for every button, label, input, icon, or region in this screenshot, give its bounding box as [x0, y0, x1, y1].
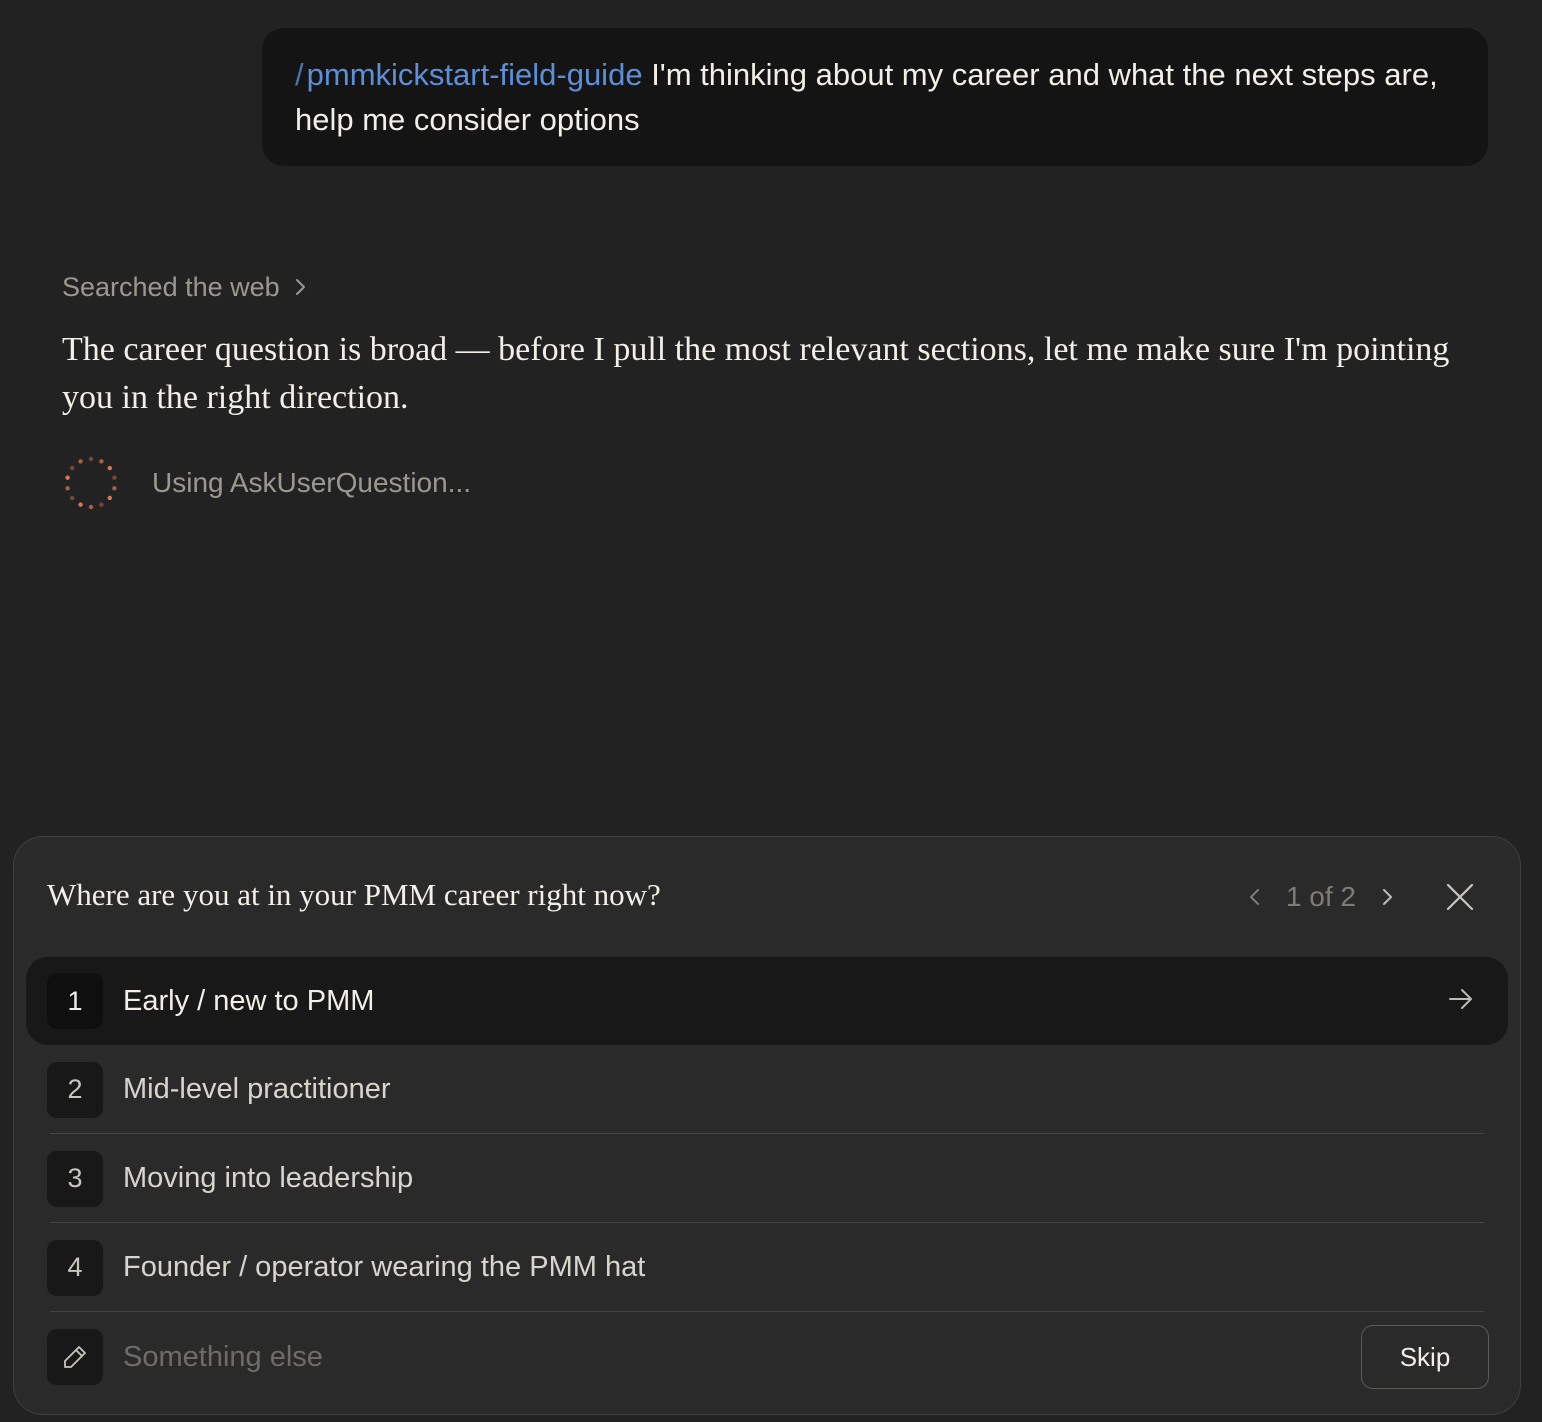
pager-count: 1 of 2 — [1285, 881, 1356, 912]
spinner-dot — [112, 486, 117, 491]
chevron-right-icon — [1383, 889, 1392, 905]
chevron-right-icon — [295, 279, 305, 295]
tool-activity-toggle[interactable]: Searched the web — [62, 267, 308, 307]
tool-activity-label: Searched the web — [62, 271, 280, 302]
skip-button[interactable]: Skip — [1361, 1325, 1489, 1389]
spinner-dot — [88, 504, 94, 510]
option-leadership[interactable]: 3 Moving into leadership — [26, 1134, 1508, 1223]
other-answer-input[interactable] — [123, 1332, 1023, 1382]
spinner-dot — [112, 475, 117, 480]
slash-command[interactable]: /pmmkickstart-field-guide — [295, 57, 643, 92]
spinner-dot — [70, 495, 75, 501]
option-number: 2 — [47, 1061, 103, 1118]
spinner-dot — [99, 502, 104, 507]
spinner-dot — [107, 495, 112, 501]
option-label: Moving into leadership — [123, 1162, 414, 1194]
spinner-dot — [88, 456, 94, 462]
tool-status: Using AskUserQuestion... — [62, 455, 471, 511]
spinner-dot — [70, 465, 75, 471]
other-answer-row: Skip — [47, 1325, 1489, 1389]
spinner-dot — [107, 465, 112, 471]
spinner-dot — [65, 486, 70, 491]
option-label: Early / new to PMM — [123, 984, 375, 1017]
spinner-icon — [65, 456, 117, 510]
slash-command-name: pmmkickstart-field-guide — [306, 57, 643, 92]
option-label: Founder / operator wearing the PMM hat — [123, 1251, 646, 1283]
chevron-left-icon — [1249, 889, 1259, 905]
option-number: 3 — [47, 1150, 103, 1207]
tool-status-text: Using AskUserQuestion... — [152, 467, 472, 498]
options-list: 1 Early / new to PMM 2 Mid-level practit… — [26, 957, 1508, 1312]
spinner-dot — [78, 459, 83, 464]
option-founder[interactable]: 4 Founder / operator wearing the PMM hat — [26, 1223, 1508, 1312]
pencil-icon — [64, 1346, 86, 1368]
option-mid-level[interactable]: 2 Mid-level practitioner — [26, 1045, 1508, 1134]
spinner-dot — [99, 459, 104, 464]
spinner-dot — [78, 502, 83, 507]
option-early[interactable]: 1 Early / new to PMM — [26, 957, 1508, 1045]
close-icon — [1446, 883, 1474, 911]
question-title: Where are you at in your PMM career righ… — [47, 877, 661, 912]
arrow-right-icon — [1449, 989, 1472, 1009]
user-message-bubble: /pmmkickstart-field-guide I'm thinking a… — [262, 28, 1488, 166]
spinner-dot — [65, 475, 70, 480]
pager-next-button[interactable] — [1374, 877, 1400, 917]
pencil-button — [47, 1329, 103, 1385]
option-label: Mid-level practitioner — [123, 1073, 391, 1105]
ask-user-question-panel: Where are you at in your PMM career righ… — [13, 836, 1521, 1415]
pager-prev-button[interactable] — [1242, 877, 1268, 917]
slash-prefix: / — [295, 57, 304, 92]
close-button[interactable] — [1444, 881, 1476, 913]
option-number: 1 — [47, 973, 103, 1029]
assistant-message: The career question is broad — before I … — [62, 331, 1450, 416]
option-number: 4 — [47, 1239, 103, 1296]
question-pager: 1 of 2 — [1242, 877, 1400, 917]
